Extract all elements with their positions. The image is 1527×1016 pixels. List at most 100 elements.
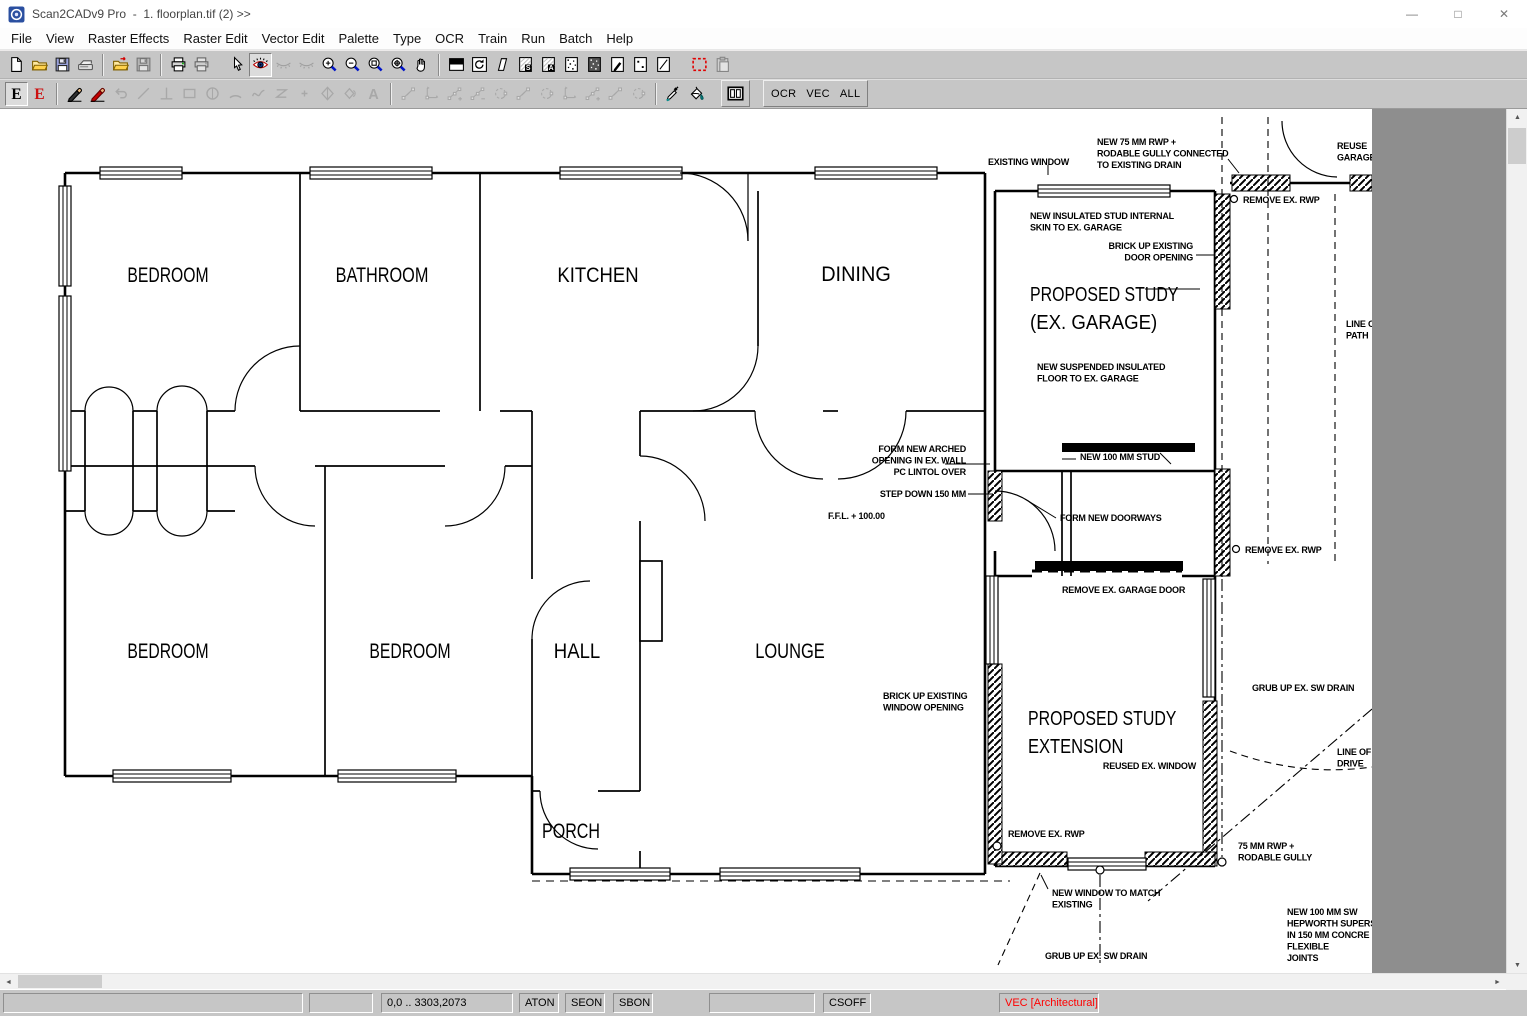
menu-palette[interactable]: Palette <box>332 29 386 48</box>
canvas-area: BEDROOMBATHROOMKITCHENDININGBEDROOMBEDRO… <box>0 108 1527 973</box>
view-vector-icon <box>295 53 318 77</box>
pan-icon[interactable] <box>410 53 433 77</box>
room-label: BEDROOM <box>127 264 208 287</box>
annotation-text: GRUB UP EX. SW DRAIN <box>1045 951 1147 961</box>
annotation-text: RODABLE GULLY CONNECTED <box>1097 149 1229 159</box>
horizontal-scrollbar[interactable]: ◄ ► <box>0 973 1527 989</box>
edit-vector-mode-icon[interactable]: E <box>28 82 51 106</box>
open-file-icon[interactable] <box>28 53 51 77</box>
horizontal-scroll-thumb[interactable] <box>18 975 102 988</box>
csoff-indicator: CSOFF <box>823 993 871 1013</box>
menu-ocr[interactable]: OCR <box>428 29 471 48</box>
scan-image-icon[interactable] <box>74 53 97 77</box>
line-edit-icon[interactable] <box>652 53 675 77</box>
standard-toolbar: SA <box>0 50 1527 78</box>
svg-text:E: E <box>34 86 44 102</box>
annotation-text: REMOVE EX. RWP <box>1243 195 1320 205</box>
vector-move-node-icon <box>397 82 420 106</box>
threshold-icon[interactable] <box>445 53 468 77</box>
menu-vector-edit[interactable]: Vector Edit <box>255 29 332 48</box>
scroll-left-button[interactable]: ◄ <box>0 974 17 990</box>
menu-raster-effects[interactable]: Raster Effects <box>81 29 176 48</box>
menu-file[interactable]: File <box>4 29 39 48</box>
area-label: EXTENSION <box>1028 736 1123 758</box>
select-cursor-icon[interactable] <box>226 53 249 77</box>
tile-windows-icon[interactable] <box>724 82 747 106</box>
undo-icon <box>109 82 132 106</box>
save-file-icon[interactable] <box>51 53 74 77</box>
draw-polyline-icon <box>270 82 293 106</box>
open-vector-file-icon[interactable] <box>109 53 132 77</box>
print-copies-icon <box>190 53 213 77</box>
annotation-text: NEW INSULATED STUD INTERNAL <box>1030 211 1175 221</box>
view-raster-icon[interactable] <box>249 53 272 77</box>
draw-circle-icon <box>201 82 224 106</box>
save-vector-file-icon <box>132 53 155 77</box>
annotation-text: HEPWORTH SUPERSL <box>1287 919 1372 929</box>
annotation-text: F.F.L. + 100.00 <box>828 511 885 521</box>
vector-edit-path-icon <box>604 82 627 106</box>
maximize-button[interactable]: □ <box>1435 0 1481 28</box>
dot-edit-icon[interactable] <box>629 53 652 77</box>
pick-color-icon[interactable] <box>662 82 685 106</box>
scroll-up-button[interactable]: ▲ <box>1507 109 1527 126</box>
room-label: BEDROOM <box>127 640 208 663</box>
deskew-icon[interactable] <box>491 53 514 77</box>
fill-color-icon[interactable] <box>685 82 708 106</box>
rotate-image-icon[interactable] <box>468 53 491 77</box>
message-panel <box>3 993 303 1013</box>
vec-button[interactable]: VEC <box>801 85 835 103</box>
svg-text:A: A <box>368 87 378 102</box>
thicken-icon[interactable]: A <box>537 53 560 77</box>
app-logo-icon <box>8 6 25 23</box>
pen-edit-icon[interactable] <box>606 53 629 77</box>
menu-help[interactable]: Help <box>599 29 640 48</box>
zoom-extents-icon[interactable] <box>387 53 410 77</box>
zoom-in-icon[interactable] <box>318 53 341 77</box>
minimize-button[interactable]: — <box>1389 0 1435 28</box>
menu-view[interactable]: View <box>39 29 81 48</box>
annotation-text: FORM NEW ARCHED <box>878 444 966 454</box>
edit-toolbar: EE A OCRVECALL <box>0 78 1527 108</box>
annotation-text: EXISTING WINDOW <box>988 157 1070 167</box>
title-bar: Scan2CADv9 Pro - 1. floorplan.tif (2) >>… <box>0 0 1527 28</box>
draw-point-icon <box>293 82 316 106</box>
room-label: BATHROOM <box>336 264 429 287</box>
vector-snap-node-icon <box>581 82 604 106</box>
scroll-down-button[interactable]: ▼ <box>1507 957 1527 974</box>
draw-arc-icon <box>224 82 247 106</box>
scroll-right-button[interactable]: ► <box>1489 974 1506 990</box>
close-button[interactable]: ✕ <box>1481 0 1527 28</box>
draw-pencil-icon[interactable] <box>63 82 86 106</box>
menu-batch[interactable]: Batch <box>552 29 599 48</box>
toolbar-separator <box>390 83 392 105</box>
annotation-text: REMOVE EX. RWP <box>1245 545 1322 555</box>
smooth-icon[interactable]: S <box>514 53 537 77</box>
print-icon[interactable] <box>167 53 190 77</box>
vertical-scroll-thumb[interactable] <box>1508 128 1526 164</box>
floorplan-image-viewport[interactable]: BEDROOMBATHROOMKITCHENDININGBEDROOMBEDRO… <box>0 109 1372 974</box>
select-raster-area-icon[interactable] <box>688 53 711 77</box>
annotation-text: NEW 100 MM SW <box>1287 907 1358 917</box>
scrollbar-corner <box>1506 974 1527 990</box>
menu-type[interactable]: Type <box>386 29 428 48</box>
zoom-out-icon[interactable] <box>341 53 364 77</box>
despeckle-icon[interactable] <box>560 53 583 77</box>
edit-raster-mode-icon[interactable]: E <box>5 82 28 106</box>
vertical-scrollbar[interactable]: ▲ ▼ <box>1506 109 1527 974</box>
annotation-text: BRICK UP EXISTING <box>1109 241 1194 251</box>
ocr-button[interactable]: OCR <box>766 85 801 103</box>
annotation-text: FLOOR TO EX. GARAGE <box>1037 374 1139 384</box>
menu-raster-edit[interactable]: Raster Edit <box>176 29 254 48</box>
toolbar-separator <box>655 83 657 105</box>
annotation-text: NEW 75 MM RWP + <box>1097 137 1176 147</box>
all-button[interactable]: ALL <box>835 85 865 103</box>
fill-holes-icon[interactable] <box>583 53 606 77</box>
menu-run[interactable]: Run <box>514 29 552 48</box>
draw-pencil-red-icon[interactable] <box>86 82 109 106</box>
zoom-window-icon[interactable] <box>364 53 387 77</box>
room-label: BEDROOM <box>369 640 450 663</box>
menu-train[interactable]: Train <box>471 29 514 48</box>
toolbar-island <box>721 80 750 107</box>
new-file-icon[interactable] <box>5 53 28 77</box>
